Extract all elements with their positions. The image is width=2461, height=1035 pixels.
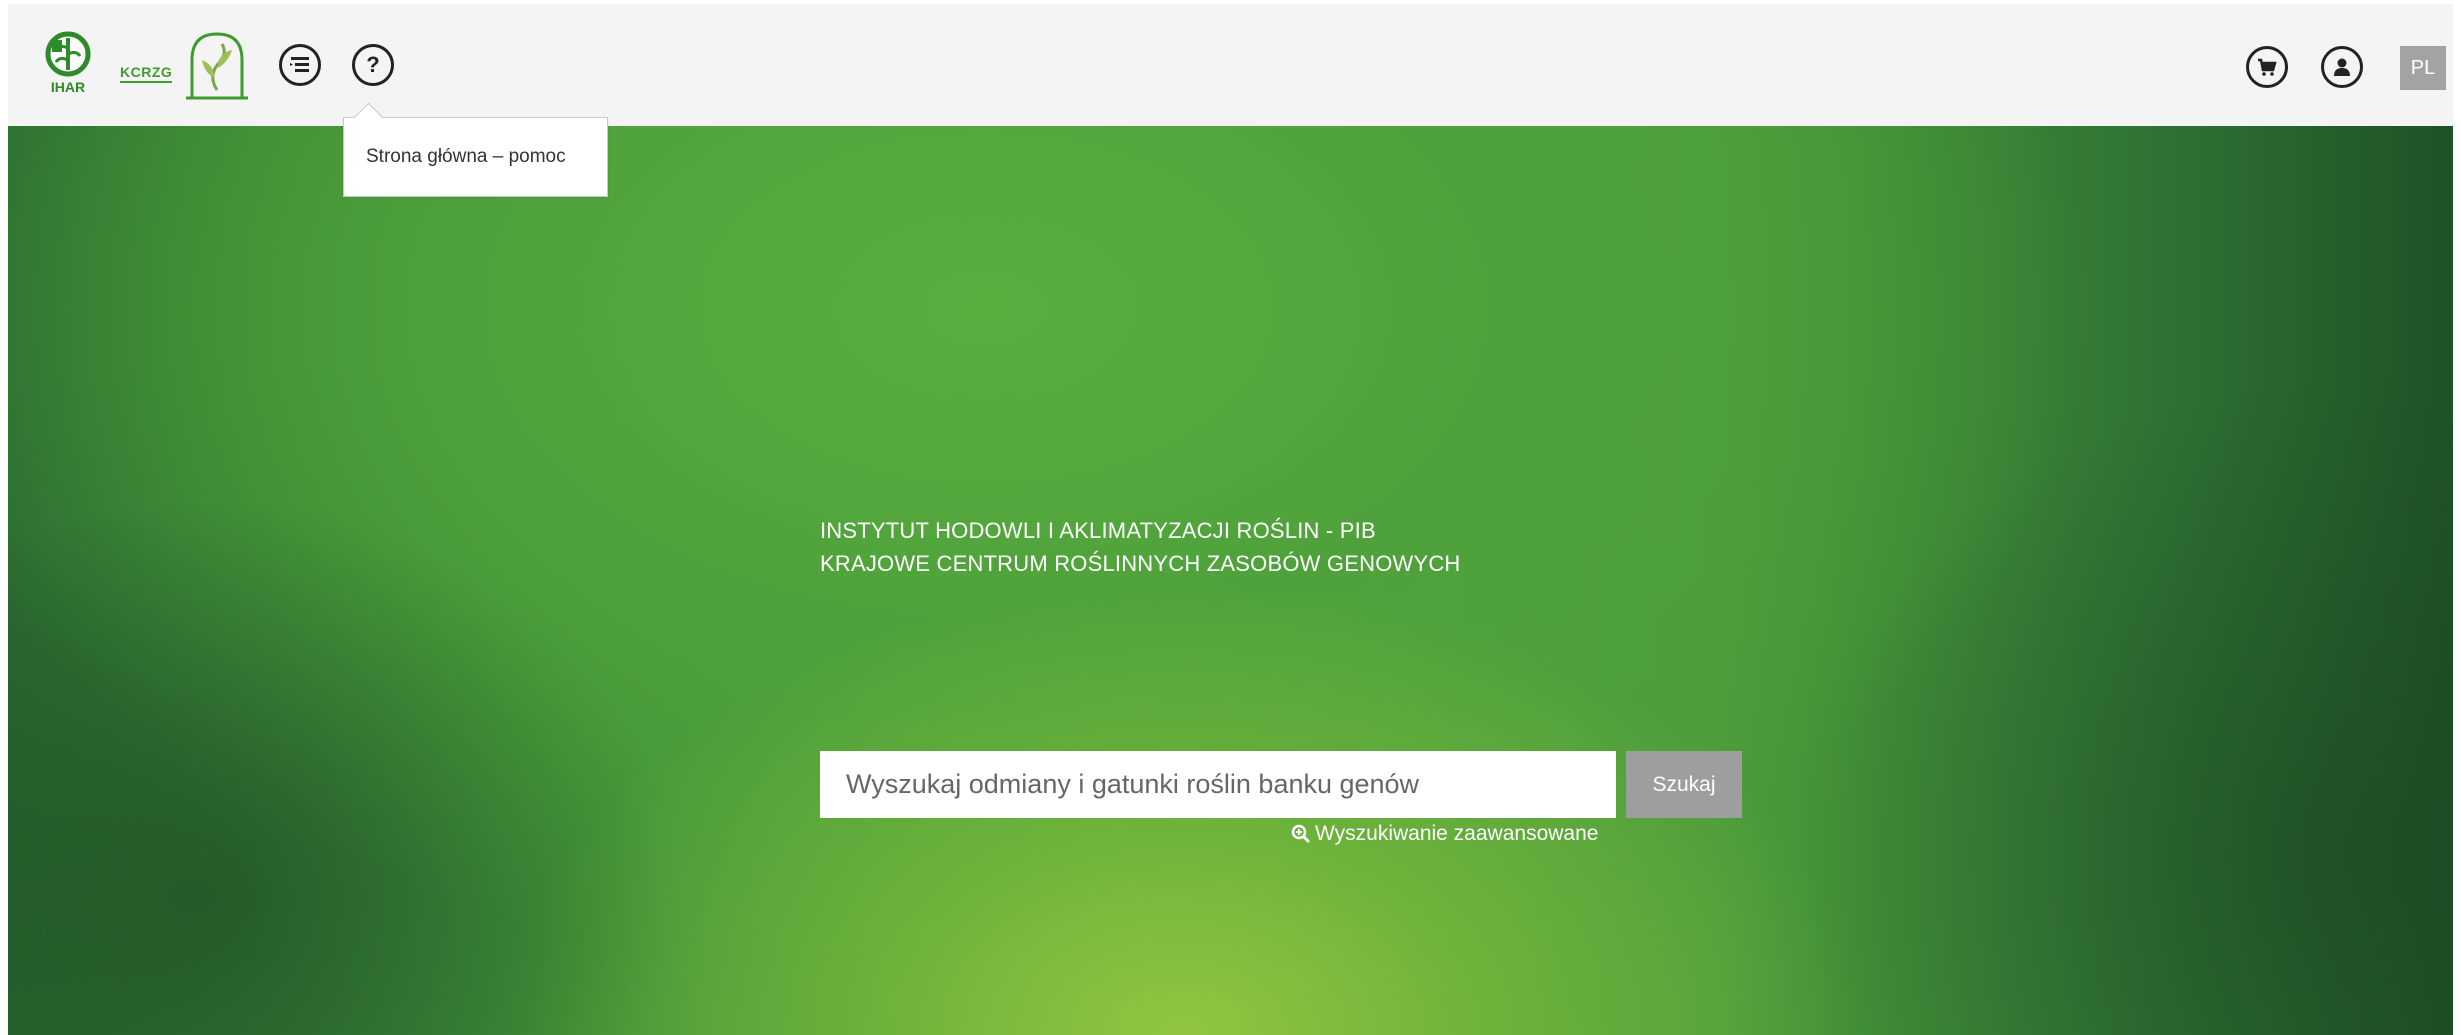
hero-section: INSTYTUT HODOWLI I AKLIMATYZACJI ROŚLIN … [8,126,2453,1035]
advanced-search-link[interactable]: Wyszukiwanie zaawansowane [1291,822,1598,846]
hero-background-shade [8,126,2453,1035]
page: IHAR KCRZG ? PL INSTYTUT HODOWLI I AKLIM… [0,0,2461,1035]
menu-button[interactable] [279,44,321,86]
ihar-logo[interactable]: IHAR [32,30,104,100]
menu-list-icon [290,57,309,72]
user-account-button[interactable] [2321,46,2363,88]
question-icon: ? [366,52,380,77]
ihar-logo-text: IHAR [51,79,85,95]
help-button[interactable]: ? [352,44,394,86]
help-tooltip: Strona główna – pomoc [343,102,608,197]
advanced-search-label: Wyszukiwanie zaawansowane [1315,822,1599,845]
cart-button[interactable] [2246,46,2288,88]
search-input[interactable] [820,751,1616,818]
tooltip-text: Strona główna – pomoc [366,146,566,167]
search-button[interactable]: Szukaj [1626,751,1742,818]
centre-name: KRAJOWE CENTRUM ROŚLINNYCH ZASOBÓW GENOW… [820,551,1461,576]
user-icon [2334,58,2350,76]
language-switch-button[interactable]: PL [2400,46,2446,90]
top-header-bar: IHAR KCRZG ? PL [8,4,2453,126]
zoom-in-icon [1291,824,1311,844]
institute-name: INSTYTUT HODOWLI I AKLIMATYZACJI ROŚLIN … [820,518,1376,543]
cart-icon [2258,58,2277,76]
kcrzg-logo-text: KCRZG [120,64,173,83]
kcrzg-logo[interactable]: KCRZG [118,28,250,102]
